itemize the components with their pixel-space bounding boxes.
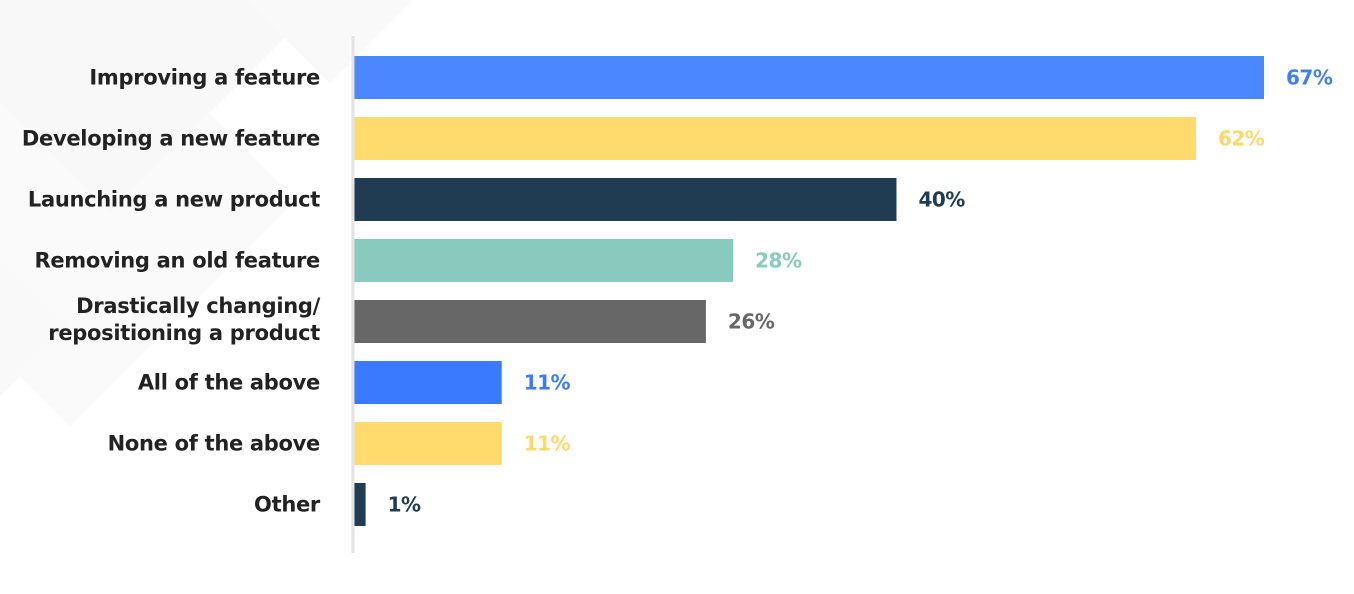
bar — [352, 422, 502, 465]
bar-chart: Improving a feature Developing a new feat… — [22, 36, 1333, 553]
category-label-line: Drastically changing/ — [76, 294, 320, 318]
category-label: Developing a new feature — [22, 127, 320, 151]
value-label: 26% — [728, 310, 775, 334]
category-label: All of the above — [138, 371, 320, 395]
category-label-line: Removing an old feature — [34, 249, 320, 273]
value-label: 62% — [1218, 127, 1265, 151]
bar — [352, 361, 502, 404]
category-labels-group: Improving a feature Developing a new feat… — [22, 66, 321, 517]
value-label: 28% — [755, 249, 802, 273]
bar — [352, 300, 706, 343]
category-label-line: repositioning a product — [48, 321, 320, 345]
category-label: None of the above — [108, 432, 320, 456]
bars-group — [352, 56, 1264, 526]
category-label-line: Launching a new product — [28, 188, 320, 212]
category-label: Other — [254, 493, 321, 517]
value-label: 11% — [524, 432, 571, 456]
value-label: 67% — [1286, 66, 1333, 90]
category-label: Improving a feature — [89, 66, 320, 90]
category-label: Drastically changing/repositioning a pro… — [48, 294, 320, 345]
category-label: Launching a new product — [28, 188, 320, 212]
category-label-line: Other — [254, 493, 321, 517]
category-label: Removing an old feature — [34, 249, 320, 273]
bar — [352, 117, 1196, 160]
bar — [352, 239, 734, 282]
category-label-line: Improving a feature — [89, 66, 320, 90]
category-label-line: None of the above — [108, 432, 320, 456]
bar — [352, 56, 1264, 99]
value-label: 11% — [524, 371, 571, 395]
category-label-line: Developing a new feature — [22, 127, 320, 151]
bar — [352, 178, 897, 221]
value-label: 40% — [918, 188, 965, 212]
value-label: 1% — [388, 493, 421, 517]
category-label-line: All of the above — [138, 371, 320, 395]
